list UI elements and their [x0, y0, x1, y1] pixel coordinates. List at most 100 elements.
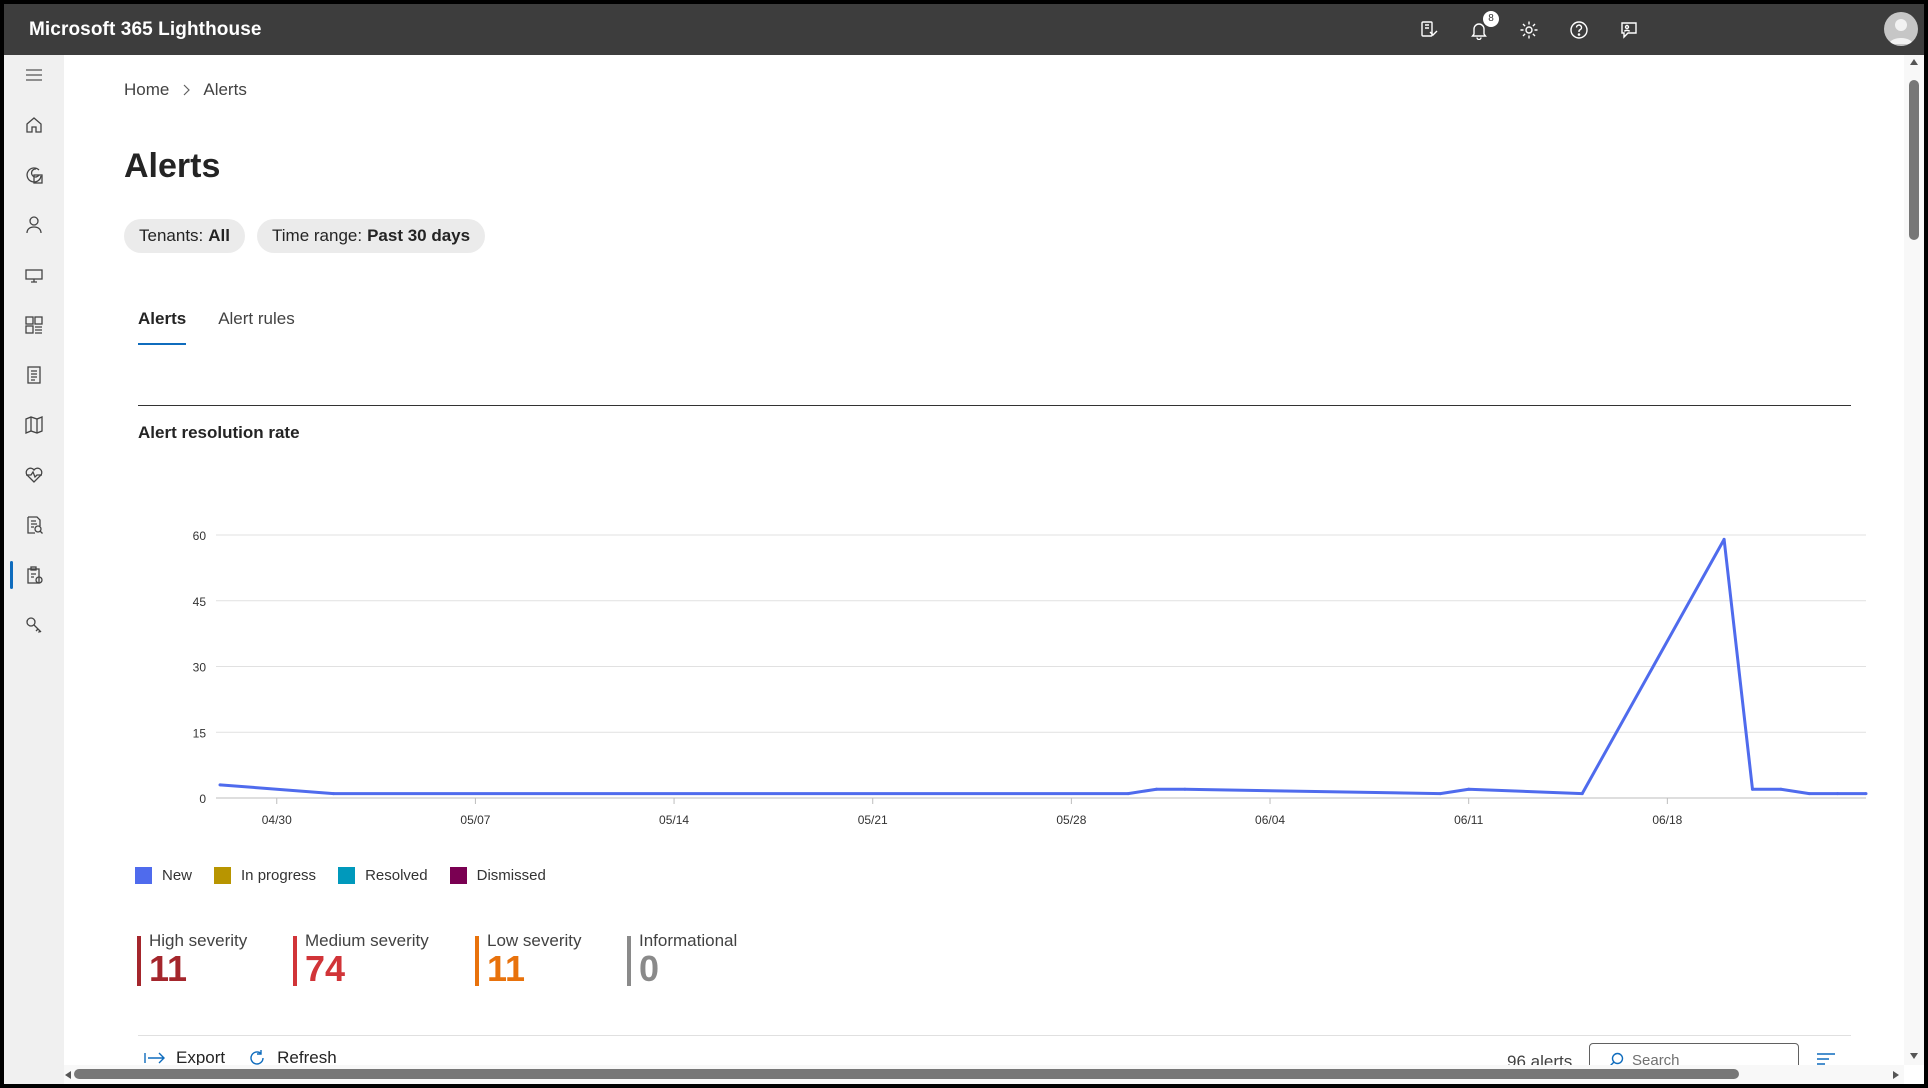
- top-icon-group: 8: [1404, 4, 1654, 55]
- data-point-0-0: [218, 783, 222, 787]
- time-range-filter-label: Time range:: [272, 226, 363, 245]
- legend-item-dismissed[interactable]: Dismissed: [449, 867, 546, 884]
- x-tick-label-1: 05/07: [460, 813, 490, 827]
- reports-icon[interactable]: [4, 355, 64, 395]
- severity-summary: High severity 11 Medium severity 74 Low …: [137, 931, 795, 987]
- tenants-icon[interactable]: [4, 155, 64, 195]
- severity-card-informational[interactable]: Informational 0: [627, 931, 757, 987]
- home-icon[interactable]: [4, 105, 64, 145]
- legend-item-resolved[interactable]: Resolved: [338, 867, 428, 884]
- management-icon[interactable]: [4, 305, 64, 345]
- tenant-filter-icon[interactable]: [1404, 4, 1454, 55]
- app-title[interactable]: Microsoft 365 Lighthouse: [29, 19, 262, 41]
- tenants-filter-label: Tenants:: [139, 226, 204, 245]
- data-point-0-12: [1836, 792, 1840, 796]
- notification-badge: 8: [1483, 11, 1499, 27]
- active-indicator: [10, 561, 13, 589]
- x-tick-label-2: 05/14: [659, 813, 689, 827]
- y-tick-label-15: 15: [193, 726, 207, 740]
- legend-swatch-dismissed: [449, 867, 467, 884]
- data-point-0-10: [1779, 787, 1783, 791]
- time-range-filter-pill[interactable]: Time range: Past 30 days: [257, 219, 486, 253]
- data-point-0-5: [1438, 792, 1442, 796]
- scroll-up-icon[interactable]: [1909, 58, 1919, 66]
- x-tick-label-6: 06/11: [1454, 813, 1483, 827]
- x-tick-label-0: 04/30: [262, 813, 292, 827]
- hamburger-icon[interactable]: [4, 55, 64, 95]
- tab-alert-rules[interactable]: Alert rules: [218, 309, 295, 345]
- data-point-0-2: [1126, 792, 1130, 796]
- severity-card-low[interactable]: Low severity 11: [475, 931, 589, 987]
- legend-item-in-progress[interactable]: In progress: [214, 867, 316, 884]
- vertical-scrollbar-thumb[interactable]: [1909, 80, 1919, 240]
- severity-value-low: 11: [487, 948, 526, 989]
- legend-swatch-new: [135, 867, 152, 884]
- chart-legend: New In progress Resolved Dismissed: [135, 867, 546, 884]
- users-icon[interactable]: [4, 205, 64, 245]
- alert-resolution-chart: 0 15 30 45 60 04/30 05/07 05/14 05/21 05/28 06/04…: [193, 529, 1868, 827]
- avatar[interactable]: [1884, 12, 1918, 46]
- y-tick-label-45: 45: [193, 595, 207, 609]
- data-point-0-9: [1750, 787, 1754, 791]
- severity-card-high[interactable]: High severity 11: [137, 931, 255, 987]
- alerts-icon[interactable]: [4, 555, 64, 595]
- scroll-down-icon[interactable]: [1909, 1052, 1919, 1060]
- severity-value-medium: 74: [305, 948, 346, 989]
- top-bar: Microsoft 365 Lighthouse 8: [4, 4, 1924, 55]
- time-range-filter-value: Past 30 days: [367, 226, 471, 245]
- legend-swatch-resolved: [338, 867, 356, 884]
- data-point-0-4: [1183, 787, 1187, 791]
- legend-label-in-progress: In progress: [241, 867, 317, 884]
- filter-pills: Tenants: All Time range: Past 30 days: [124, 219, 486, 253]
- severity-bar-medium: [293, 936, 297, 986]
- help-icon[interactable]: [1554, 4, 1604, 55]
- severity-card-medium[interactable]: Medium severity 74: [293, 931, 437, 987]
- severity-bar-low: [475, 936, 479, 986]
- tenants-filter-pill[interactable]: Tenants: All: [124, 219, 245, 253]
- data-point-0-1: [332, 792, 336, 796]
- permissions-icon[interactable]: [4, 605, 64, 645]
- bell-icon[interactable]: 8: [1454, 4, 1504, 55]
- x-tick-label-3: 05/21: [858, 813, 888, 827]
- health-icon[interactable]: [4, 455, 64, 495]
- export-icon: [144, 1052, 165, 1064]
- devices-icon[interactable]: [4, 255, 64, 295]
- scroll-right-icon[interactable]: [1892, 1070, 1900, 1080]
- toolbar-divider: [138, 1035, 1851, 1036]
- main-content: Home Alerts Alerts Tenants: All Time ran…: [64, 55, 1904, 1077]
- data-point-0-6: [1467, 787, 1471, 791]
- horizontal-scrollbar[interactable]: [64, 1065, 1904, 1084]
- x-tick-label-5: 06/04: [1255, 813, 1285, 827]
- breadcrumb-home[interactable]: Home: [124, 80, 169, 100]
- legend-label-new: New: [162, 867, 193, 884]
- legend-item-new[interactable]: New: [135, 867, 192, 884]
- scroll-left-icon[interactable]: [64, 1070, 72, 1080]
- y-tick-label-0: 0: [199, 792, 206, 806]
- x-tick-label-7: 06/18: [1652, 813, 1682, 827]
- breadcrumb: Home Alerts: [124, 80, 247, 100]
- chart-title: Alert resolution rate: [138, 423, 300, 442]
- y-tick-label-60: 60: [193, 529, 207, 543]
- y-tick-label-30: 30: [193, 661, 207, 675]
- app-window: Microsoft 365 Lighthouse 8 Home Alerts A…: [0, 0, 1928, 1088]
- breadcrumb-current: Alerts: [203, 80, 247, 99]
- legend-label-dismissed: Dismissed: [476, 867, 546, 884]
- section-divider: [138, 405, 1851, 406]
- gear-icon[interactable]: [1504, 4, 1554, 55]
- data-point-0-13: [1864, 792, 1868, 796]
- severity-value-high: 11: [149, 948, 188, 989]
- vertical-scrollbar[interactable]: [1904, 55, 1924, 1065]
- severity-bar-informational: [627, 936, 631, 986]
- chevron-right-icon: [183, 84, 191, 96]
- data-point-0-8: [1722, 537, 1726, 541]
- data-point-0-3: [1155, 787, 1159, 791]
- x-tick-label-4: 05/28: [1056, 813, 1086, 827]
- tab-alerts[interactable]: Alerts: [138, 309, 187, 345]
- legend-swatch-in-progress: [214, 867, 232, 884]
- severity-value-informational: 0: [639, 948, 660, 989]
- horizontal-scrollbar-thumb[interactable]: [74, 1069, 1739, 1079]
- map-icon[interactable]: [4, 405, 64, 445]
- audit-icon[interactable]: [4, 505, 64, 545]
- severity-bar-high: [137, 936, 141, 986]
- feedback-icon[interactable]: [1604, 4, 1654, 55]
